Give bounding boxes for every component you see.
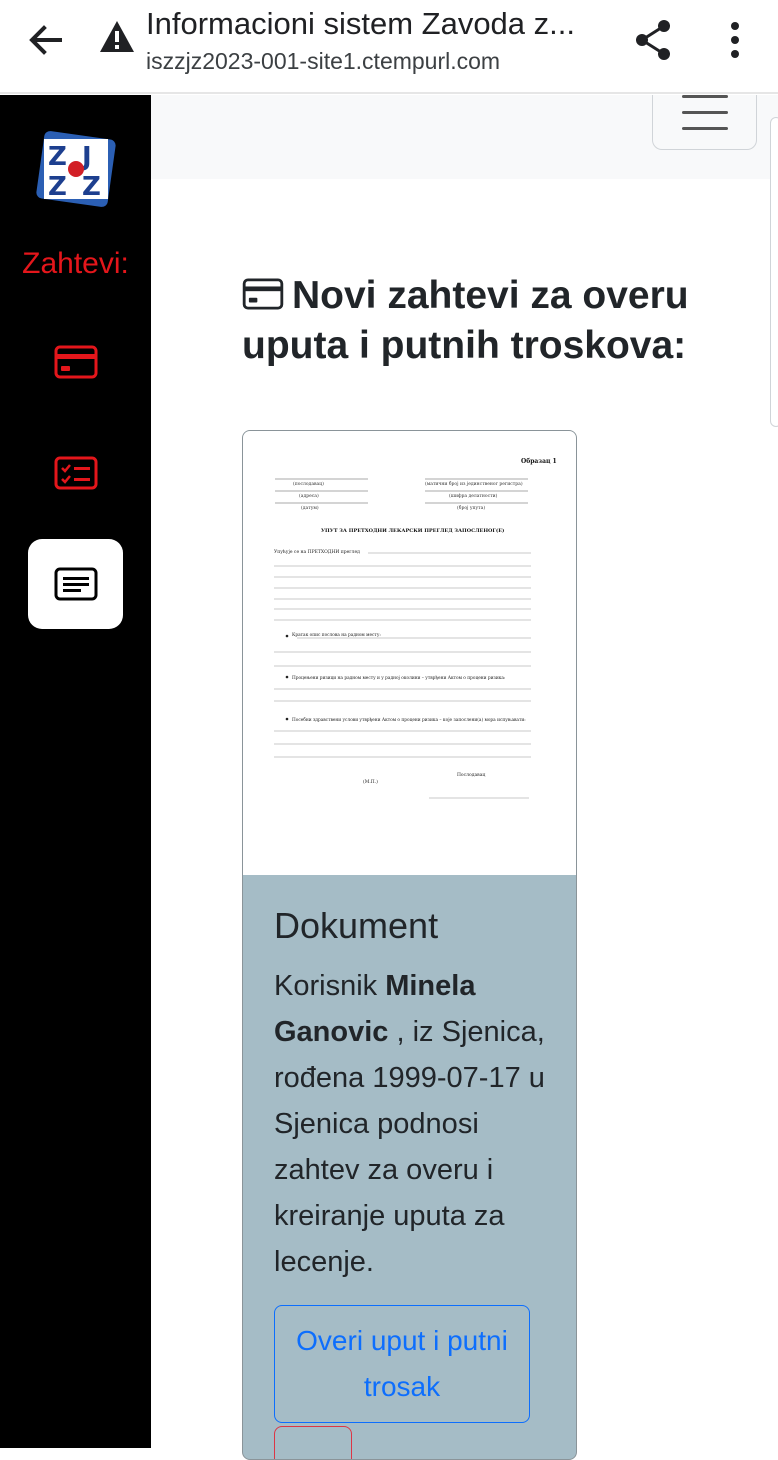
warning-triangle-icon[interactable] <box>98 18 136 56</box>
svg-text:Z: Z <box>82 172 101 202</box>
document-lines-icon <box>54 567 97 601</box>
doc-sig-line: (датум) <box>301 504 319 511</box>
card-title: Dokument <box>274 905 439 946</box>
doc-paragraph: Упућује се на ПРЕТХОДНИ преглед <box>274 548 360 555</box>
doc-bullet: Кратак опис послова на радном месту: <box>292 633 381 638</box>
doc-sig-line: (адреса) <box>299 492 319 499</box>
request-card: Образац 1 (послодавац) (адреса) (датум) … <box>242 430 577 1460</box>
hamburger-line <box>682 111 728 114</box>
browser-toolbar: Informacioni sistem Zavoda z... iszzjz20… <box>0 0 778 94</box>
sidebar-item-checklist[interactable] <box>28 428 123 518</box>
share-button[interactable] <box>630 18 678 62</box>
page-title[interactable]: Informacioni sistem Zavoda z... <box>146 6 596 42</box>
sidebar-item-documents[interactable] <box>28 539 123 629</box>
card-body: Dokument Korisnik Minela Ganovic , iz Sj… <box>274 901 554 1423</box>
hamburger-icon <box>682 95 728 98</box>
doc-stamp: (М.П.) <box>363 778 378 785</box>
page-url[interactable]: iszzjz2023-001-site1.ctempurl.com <box>146 48 500 75</box>
checklist-icon <box>54 456 97 490</box>
credit-card-icon <box>242 278 284 310</box>
document-image[interactable]: Образац 1 (послодавац) (адреса) (датум) … <box>243 431 576 875</box>
more-vertical-icon <box>731 22 739 58</box>
share-icon <box>636 20 670 60</box>
more-options-button[interactable] <box>718 18 752 62</box>
arrow-left-icon <box>29 25 62 55</box>
doc-bullet: Посебни здравствени услови утврђени Акто… <box>292 718 526 723</box>
page-heading-text: Novi zahtevi za overu uputa i putnih tro… <box>242 274 689 367</box>
svg-text:Z: Z <box>48 172 67 202</box>
doc-title: УПУТ ЗА ПРЕТХОДНИ ЛЕКАРСКИ ПРЕГЛЕД ЗАПОС… <box>321 527 504 534</box>
logo[interactable]: Z J Z Z <box>36 129 116 209</box>
doc-bullet: Процењени ризици на радном месту и у рад… <box>292 676 505 681</box>
page-heading: Novi zahtevi za overu uputa i putnih tro… <box>242 271 702 371</box>
sidebar-item-card[interactable] <box>28 317 123 407</box>
hamburger-line <box>682 127 728 130</box>
sidebar: Z J Z Z Zahtevi: <box>0 95 151 1448</box>
back-button[interactable] <box>24 18 68 62</box>
sidebar-heading: Zahtevi: <box>22 247 129 280</box>
doc-reg-line: (матични број из јединственог регистра) <box>425 480 523 487</box>
scrollbar[interactable] <box>770 117 778 427</box>
doc-reg-line: (шифра делатности) <box>449 492 498 499</box>
credit-card-icon <box>54 345 97 379</box>
doc-sig-line: (послодавац) <box>293 480 324 487</box>
doc-form-label: Образац 1 <box>521 458 557 465</box>
svg-text:Z: Z <box>48 142 67 172</box>
approve-button[interactable]: Overi uput i putni trosak <box>274 1305 530 1423</box>
doc-reg-line: (број упута) <box>457 504 485 511</box>
card-text-suffix: , iz Sjenica, rođena 1999-07-17 u Sjenic… <box>274 1016 545 1278</box>
card-text-prefix: Korisnik <box>274 970 386 1002</box>
doc-employer: Послодавац <box>457 772 485 778</box>
navbar-toggler[interactable] <box>652 95 757 150</box>
main-content: Novi zahtevi za overu uputa i putnih tro… <box>151 95 778 1460</box>
reject-button[interactable] <box>274 1426 352 1459</box>
card-text: Korisnik Minela Ganovic , iz Sjenica, ro… <box>274 963 554 1285</box>
